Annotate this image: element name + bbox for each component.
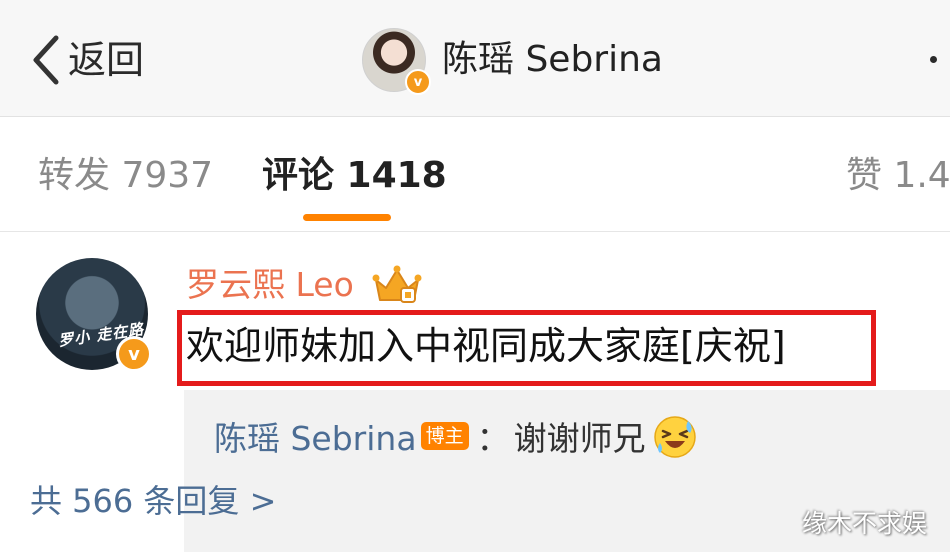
tab-comments[interactable]: 评论 1418 bbox=[262, 151, 447, 201]
author-badge: 博主 bbox=[420, 422, 469, 450]
more-dots-icon[interactable] bbox=[930, 56, 937, 63]
crown-badge-icon bbox=[372, 265, 422, 303]
laugh-cry-emoji-icon bbox=[653, 416, 696, 458]
reply-text: 谢谢师兄 bbox=[513, 419, 646, 458]
top-navigation-bar: 返回 v 陈瑶 Sebrina bbox=[0, 0, 950, 117]
back-label: 返回 bbox=[68, 38, 145, 82]
chevron-left-icon bbox=[33, 35, 59, 85]
tab-likes[interactable]: 赞 1.4万 bbox=[846, 151, 950, 201]
tab-bar: 转发 7937 评论 1418 赞 1.4万 bbox=[0, 117, 950, 232]
commenter-username[interactable]: 罗云熙 Leo bbox=[186, 262, 354, 308]
weibo-comments-page: 返回 v 陈瑶 Sebrina 转发 7937 评论 1418 赞 1.4万 罗… bbox=[0, 0, 950, 552]
comment-text: 欢迎师妹加入中视同成大家庭[庆祝] bbox=[186, 324, 786, 368]
nav-profile[interactable]: v 陈瑶 Sebrina bbox=[362, 28, 663, 95]
verified-v-icon: v bbox=[405, 69, 431, 95]
back-button[interactable]: 返回 bbox=[28, 30, 144, 90]
active-tab-indicator bbox=[303, 214, 391, 221]
watermark-text: 缘木不求娱 bbox=[802, 509, 928, 538]
verified-v-icon: v bbox=[116, 336, 152, 372]
page-title: 陈瑶 Sebrina bbox=[442, 39, 663, 80]
reply-line: 陈瑶 Sebrina 博主 ： 谢谢师兄 bbox=[214, 410, 698, 462]
reply-colon: ： bbox=[476, 419, 510, 458]
avatar[interactable]: v bbox=[362, 28, 431, 95]
tab-repost[interactable]: 转发 7937 bbox=[38, 151, 213, 201]
reply-author[interactable]: 陈瑶 Sebrina bbox=[214, 412, 417, 460]
more-replies-link[interactable]: 共 566 条回复 > bbox=[30, 476, 276, 526]
